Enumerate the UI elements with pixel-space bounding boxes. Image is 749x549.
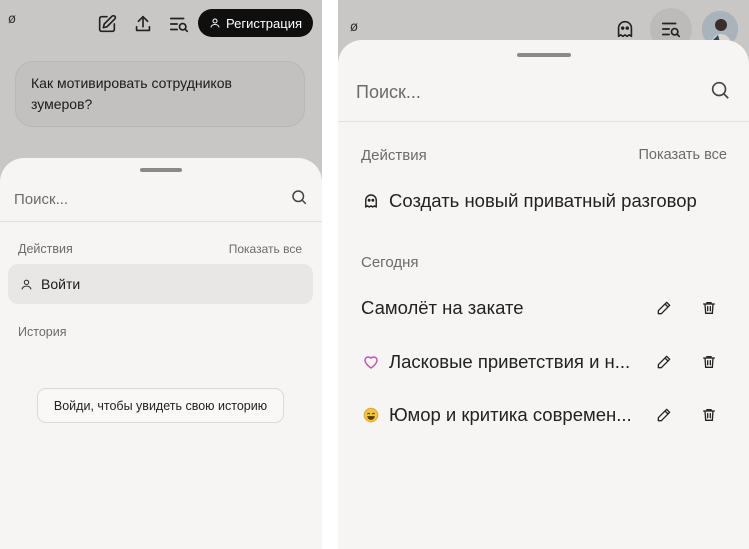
conversation-item[interactable]: Юмор и критика современ... — [338, 395, 749, 435]
search-icon[interactable] — [709, 79, 731, 106]
conversation-title: Юмор и критика современ... — [389, 404, 632, 425]
login-label: Войти — [41, 276, 81, 292]
search-input[interactable] — [356, 82, 709, 103]
today-header: Сегодня — [361, 254, 419, 271]
conversation-title: Самолёт на закате — [361, 297, 524, 318]
user-icon — [21, 279, 32, 289]
ghost-icon[interactable] — [614, 18, 636, 40]
login-to-see-history-button[interactable]: Войди, чтобы увидеть свою историю — [37, 388, 284, 423]
edit-icon[interactable] — [653, 297, 675, 319]
edit-icon[interactable] — [653, 351, 675, 373]
smile-emoji-icon — [361, 405, 381, 425]
trash-icon[interactable] — [698, 297, 720, 319]
right-screen: ø Действия Показать все Создать новый пр… — [338, 0, 749, 549]
new-chat-icon[interactable] — [96, 13, 118, 35]
left-screen: ø Регистрация Как мотивировать сотрудник… — [0, 0, 322, 549]
user-message-bubble: Как мотивировать сотрудников зумеров? — [15, 61, 305, 127]
search-history-icon[interactable] — [168, 13, 190, 35]
trash-icon[interactable] — [698, 351, 720, 373]
heart-icon — [361, 352, 381, 372]
app-logo[interactable]: ø — [350, 20, 358, 35]
ghost-icon — [361, 191, 381, 211]
register-label: Регистрация — [226, 15, 302, 31]
search-icon[interactable] — [290, 188, 308, 211]
show-all-link[interactable]: Показать все — [229, 242, 302, 256]
command-sheet: Действия Показать все Создать новый прив… — [338, 40, 749, 549]
search-bar — [0, 178, 322, 222]
new-private-chat-item[interactable]: Создать новый приватный разговор — [338, 181, 749, 221]
actions-header: Действия — [18, 242, 73, 256]
trash-icon[interactable] — [698, 404, 720, 426]
login-item[interactable]: Войти — [8, 264, 313, 304]
search-input[interactable] — [14, 191, 290, 208]
actions-header: Действия — [361, 147, 427, 164]
sheet-drag-handle[interactable] — [140, 168, 182, 172]
register-button[interactable]: Регистрация — [198, 9, 313, 37]
conversation-title: Ласковые приветствия и н... — [389, 351, 631, 372]
search-bar — [338, 64, 749, 122]
history-header: История — [18, 325, 67, 339]
conversation-item[interactable]: Самолёт на закате — [338, 288, 749, 328]
command-sheet: Действия Показать все Войти История Войд… — [0, 158, 322, 549]
conversation-item[interactable]: Ласковые приветствия и н... — [338, 342, 749, 382]
app-logo[interactable]: ø — [8, 12, 16, 27]
edit-icon[interactable] — [653, 404, 675, 426]
show-all-link[interactable]: Показать все — [638, 147, 727, 163]
sheet-drag-handle[interactable] — [516, 53, 571, 57]
new-private-chat-label: Создать новый приватный разговор — [389, 190, 697, 211]
share-icon[interactable] — [132, 13, 154, 35]
user-icon — [210, 18, 220, 28]
